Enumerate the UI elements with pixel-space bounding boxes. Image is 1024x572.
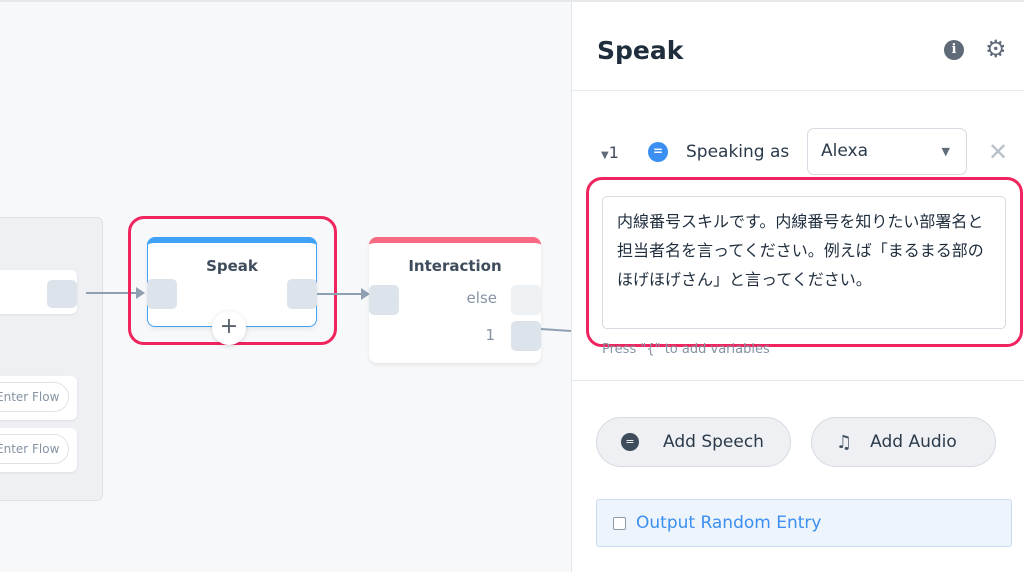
enter-flow-button[interactable]: Enter Flow (0, 382, 69, 412)
plus-icon[interactable]: + (212, 311, 246, 345)
voice-select[interactable]: Alexa ▼ (807, 128, 967, 175)
music-note-icon: ♫ (836, 431, 853, 453)
info-icon[interactable]: i (944, 40, 964, 60)
speech-bubble-icon: = (621, 433, 639, 451)
divider (572, 380, 1024, 381)
variables-hint: Press "{" to add variables (602, 342, 770, 357)
divider (572, 90, 1024, 91)
random-entry-checkbox[interactable] (613, 516, 626, 530)
close-icon[interactable]: ✕ (988, 138, 1008, 166)
connection-line (317, 293, 363, 295)
flow-group-block[interactable]: Enter Flow Enter Flow (0, 217, 103, 501)
node-title: Interaction (408, 257, 502, 275)
panel-title: Speak (597, 36, 684, 65)
group-step[interactable]: Enter Flow (0, 376, 77, 420)
output-port[interactable] (287, 279, 317, 309)
group-step[interactable]: Enter Flow (0, 428, 77, 472)
choice-port[interactable] (511, 321, 541, 351)
add-speech-button[interactable]: = Add Speech (596, 417, 791, 467)
caret-down-icon: ▼ (601, 150, 609, 161)
add-audio-button[interactable]: ♫ Add Audio (811, 417, 996, 467)
speech-text-input[interactable]: 内線番号スキルです。内線番号を知りたい部署名と担当者名を言ってください。例えば「… (602, 196, 1006, 329)
gear-icon[interactable]: ⚙ (985, 35, 1007, 63)
interaction-node[interactable]: Interaction else 1 (369, 237, 541, 363)
speech-bubble-icon: = (648, 142, 668, 162)
enter-flow-button[interactable]: Enter Flow (0, 434, 69, 464)
random-entry-option[interactable]: Output Random Entry (596, 499, 1012, 547)
caret-down-icon: ▼ (941, 145, 950, 158)
output-port[interactable] (47, 280, 77, 308)
add-audio-label: Add Audio (870, 432, 957, 452)
node-title: Speak (206, 257, 258, 275)
speaking-as-label: Speaking as (686, 142, 790, 162)
input-port[interactable] (369, 285, 399, 315)
voice-value: Alexa (821, 141, 868, 161)
add-speech-label: Add Speech (663, 432, 764, 452)
group-step[interactable] (0, 270, 77, 314)
input-port[interactable] (147, 279, 177, 309)
else-label: else (466, 289, 497, 307)
speak-settings-panel: Speak i ⚙ ▼1 = Speaking as Alexa ▼ ✕ 内線番号… (571, 0, 1024, 572)
connection-line (540, 327, 572, 333)
entry-collapse-toggle[interactable]: ▼1 (601, 143, 619, 162)
random-entry-label: Output Random Entry (636, 513, 822, 533)
speak-node[interactable]: Speak + (147, 237, 317, 345)
entry-index: 1 (608, 143, 619, 162)
choice-label: 1 (485, 326, 495, 344)
flow-canvas[interactable]: Enter Flow Enter Flow Speak + Interactio… (0, 0, 572, 572)
else-port[interactable] (511, 285, 541, 315)
